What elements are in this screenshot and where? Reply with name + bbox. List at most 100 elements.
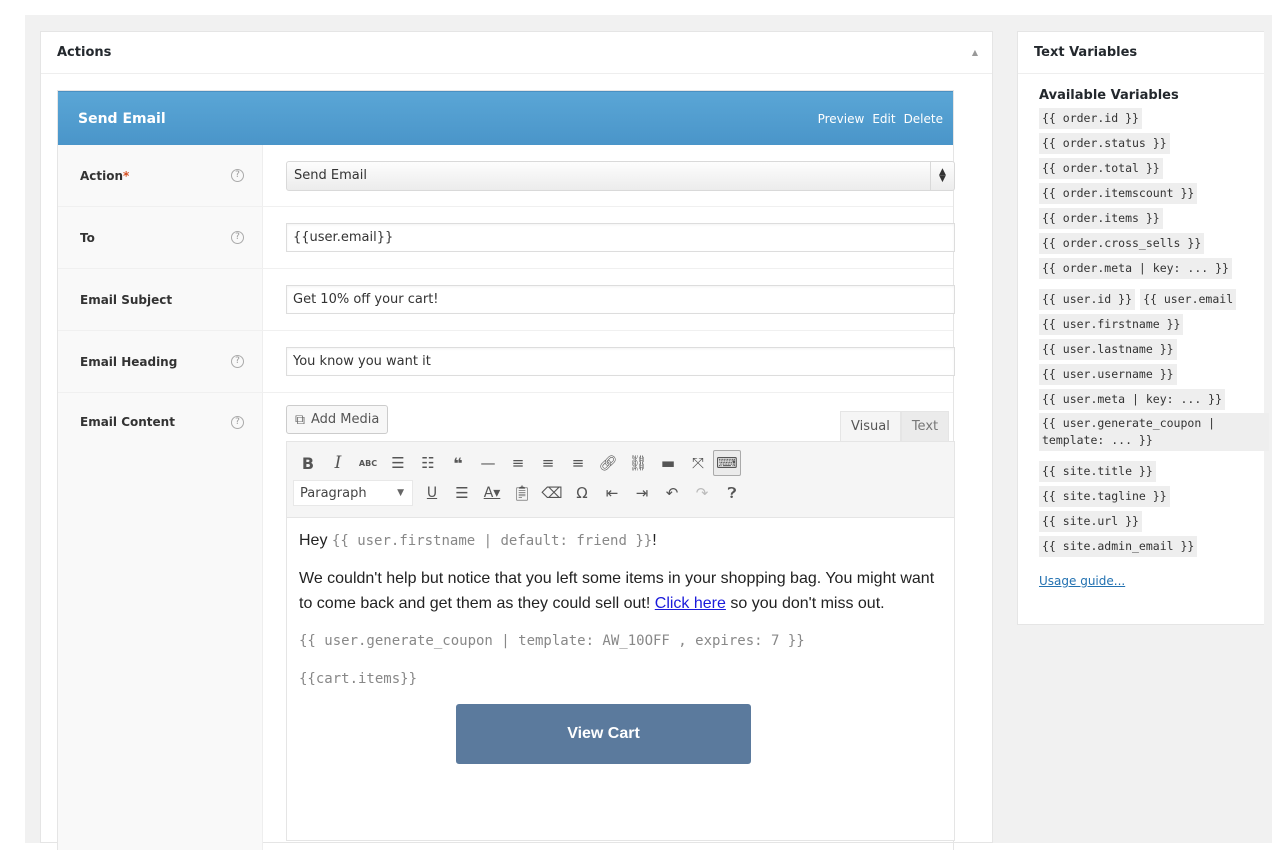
format-select[interactable]: Paragraph ▼: [293, 480, 413, 506]
variable-chip[interactable]: {{ order.items }}: [1039, 208, 1163, 229]
site-variables: {{ site.title }} {{ site.tagline }} {{ s…: [1039, 460, 1264, 560]
actions-panel-header[interactable]: Actions ▲: [41, 32, 992, 74]
view-cart-button[interactable]: View Cart: [456, 704, 751, 764]
rich-text-editor: B I ABC ☰ ☷ ❝ — ≡ ≡ ≡ 🔗︎ ⛓ ▬ ⤧ ⌨ Paragra…: [286, 441, 955, 841]
actions-panel-title: Actions: [57, 45, 112, 60]
field-label: Email Heading: [80, 354, 178, 369]
help-circle-icon[interactable]: ❓︎: [717, 480, 747, 506]
tab-text[interactable]: Text: [900, 411, 950, 441]
field-row-to: To ?: [58, 207, 955, 269]
variable-chip[interactable]: {{ user.firstname }}: [1039, 314, 1184, 335]
fullscreen-icon[interactable]: ⤧: [683, 450, 713, 476]
order-variables: {{ order.id }} {{ order.status }} {{ ord…: [1039, 107, 1264, 282]
justify-icon[interactable]: ☰: [447, 480, 477, 506]
email-heading-input[interactable]: [286, 347, 955, 376]
variable-chip[interactable]: {{ user.email: [1140, 289, 1237, 310]
strikethrough-icon[interactable]: ABC: [353, 450, 383, 476]
coupon-paragraph: {{ user.generate_coupon | template: AW_1…: [299, 628, 942, 654]
variable-chip[interactable]: {{ site.tagline }}: [1039, 486, 1170, 507]
variable-chip[interactable]: {{ order.meta | key: ... }}: [1039, 258, 1232, 279]
action-select[interactable]: Send Email ▲ ▼: [286, 160, 955, 191]
send-email-action: Send Email Preview Edit Delete Action* ?…: [57, 90, 955, 850]
action-title: Send Email: [78, 110, 166, 127]
text-variables-header: Text Variables: [1018, 32, 1264, 74]
body-paragraph: We couldn't help but notice that you lef…: [299, 570, 935, 612]
toolbar-toggle-icon[interactable]: ⌨: [713, 450, 741, 476]
select-arrows-icon: ▲ ▼: [930, 161, 954, 190]
variable-chip[interactable]: {{ user.username }}: [1039, 364, 1177, 385]
field-label: Action*: [80, 168, 130, 183]
undo-icon[interactable]: ↶: [657, 480, 687, 506]
variable-chip[interactable]: {{ site.title }}: [1039, 461, 1156, 482]
variable-chip[interactable]: {{ site.url }}: [1039, 511, 1142, 532]
editor-toolbar: B I ABC ☰ ☷ ❝ — ≡ ≡ ≡ 🔗︎ ⛓ ▬ ⤧ ⌨ Paragra…: [287, 442, 954, 518]
text-variables-title: Text Variables: [1034, 45, 1138, 60]
delete-link[interactable]: Delete: [904, 112, 943, 126]
preview-link[interactable]: Preview: [818, 112, 865, 126]
horizontal-rule-icon[interactable]: —: [473, 450, 503, 476]
text-color-icon[interactable]: A▾: [477, 480, 507, 506]
variable-chip[interactable]: {{ site.admin_email }}: [1039, 536, 1198, 557]
dropdown-arrow-icon: ▼: [397, 488, 404, 498]
italic-icon[interactable]: I: [323, 450, 353, 476]
click-here-link[interactable]: Click here: [655, 595, 726, 612]
collapse-up-icon[interactable]: ▲: [972, 48, 978, 57]
cart-paragraph: {{cart.items}}: [299, 666, 942, 692]
outdent-icon[interactable]: ⇤: [597, 480, 627, 506]
variables-list: Available Variables {{ order.id }} {{ or…: [1018, 74, 1269, 589]
greeting-paragraph: Hey {{ user.firstname | default: friend …: [299, 532, 657, 549]
required-marker: *: [123, 168, 130, 183]
action-select-value: Send Email: [294, 168, 367, 183]
bullet-list-icon[interactable]: ☰: [383, 450, 413, 476]
variable-chip[interactable]: {{ user.lastname }}: [1039, 339, 1177, 360]
field-row-action: Action* ? Send Email ▲ ▼: [58, 145, 955, 207]
email-subject-input[interactable]: [286, 285, 955, 314]
field-label: Email Content: [80, 415, 175, 429]
toolbar-row-2: Paragraph ▼ U ☰ A▾ 📋︎ ⌫ Ω ⇤ ⇥ ↶ ↷ ❓︎: [293, 478, 948, 508]
special-character-icon[interactable]: Ω: [567, 480, 597, 506]
variable-chip[interactable]: {{ order.id }}: [1039, 108, 1142, 129]
toolbar-row-1: B I ABC ☰ ☷ ❝ — ≡ ≡ ≡ 🔗︎ ⛓ ▬ ⤧ ⌨: [293, 448, 948, 478]
editor-content[interactable]: Hey {{ user.firstname | default: friend …: [287, 518, 954, 840]
variable-chip[interactable]: {{ user.generate_coupon | template: ... …: [1039, 413, 1269, 451]
to-input[interactable]: [286, 223, 955, 252]
action-header: Send Email Preview Edit Delete: [58, 91, 953, 145]
firstname-variable: {{ user.firstname | default: friend }}: [331, 533, 653, 549]
redo-icon[interactable]: ↷: [687, 480, 717, 506]
paste-text-icon[interactable]: 📋︎: [507, 480, 537, 506]
indent-icon[interactable]: ⇥: [627, 480, 657, 506]
cart-items-variable: {{cart.items}}: [299, 671, 418, 687]
variable-chip[interactable]: {{ order.total }}: [1039, 158, 1163, 179]
usage-guide-link[interactable]: Usage guide...: [1039, 574, 1125, 588]
coupon-variable: {{ user.generate_coupon | template: AW_1…: [299, 633, 805, 649]
underline-icon[interactable]: U: [417, 480, 447, 506]
help-icon[interactable]: ?: [231, 231, 244, 244]
unlink-icon[interactable]: ⛓: [623, 450, 653, 476]
media-icon: ⧉: [295, 411, 305, 428]
link-icon[interactable]: 🔗︎: [593, 450, 623, 476]
variable-chip[interactable]: {{ order.cross_sells }}: [1039, 233, 1205, 254]
field-row-email-subject: Email Subject: [58, 269, 955, 331]
tab-visual[interactable]: Visual: [840, 411, 901, 441]
variable-chip[interactable]: {{ order.status }}: [1039, 133, 1170, 154]
edit-link[interactable]: Edit: [872, 112, 895, 126]
help-icon[interactable]: ?: [231, 355, 244, 368]
align-right-icon[interactable]: ≡: [563, 450, 593, 476]
read-more-icon[interactable]: ▬: [653, 450, 683, 476]
align-center-icon[interactable]: ≡: [533, 450, 563, 476]
user-variables: {{ user.id }} {{ user.email {{ user.firs…: [1039, 288, 1269, 454]
variable-chip[interactable]: {{ user.meta | key: ... }}: [1039, 389, 1226, 410]
help-icon[interactable]: ?: [231, 416, 244, 429]
variable-chip[interactable]: {{ user.id }}: [1039, 289, 1136, 310]
numbered-list-icon[interactable]: ☷: [413, 450, 443, 476]
variable-chip[interactable]: {{ order.itemscount }}: [1039, 183, 1198, 204]
help-icon[interactable]: ?: [231, 169, 244, 182]
field-row-email-heading: Email Heading ?: [58, 331, 955, 393]
add-media-button[interactable]: ⧉ Add Media: [286, 405, 389, 434]
align-left-icon[interactable]: ≡: [503, 450, 533, 476]
field-label: To: [80, 230, 95, 245]
editor-tabs: Visual Text: [840, 411, 950, 441]
bold-icon[interactable]: B: [293, 450, 323, 476]
blockquote-icon[interactable]: ❝: [443, 450, 473, 476]
clear-formatting-icon[interactable]: ⌫: [537, 480, 567, 506]
